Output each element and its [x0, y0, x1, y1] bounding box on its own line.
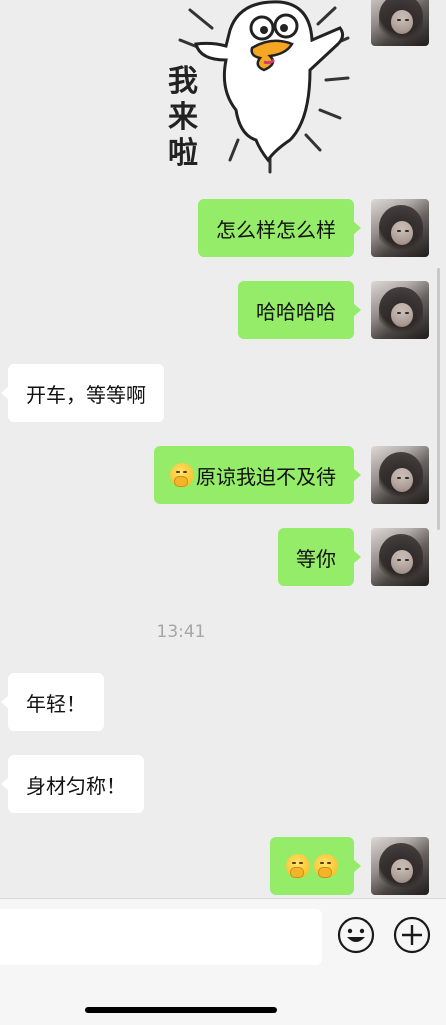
message-input[interactable]: [0, 909, 322, 965]
my-avatar[interactable]: [371, 0, 429, 46]
my-avatar[interactable]: [371, 199, 429, 257]
avatar-shade: [371, 0, 429, 46]
message-text: 原谅我迫不及待: [196, 464, 336, 489]
covering-mouth-emoji-icon: [286, 854, 310, 878]
emoji-hand: [290, 867, 304, 878]
my-avatar[interactable]: [371, 446, 429, 504]
input-bar: [0, 898, 446, 1025]
covering-mouth-emoji-icon: [170, 463, 194, 487]
message-bubble-outgoing[interactable]: 哈哈哈哈: [238, 281, 361, 339]
emoji-hand: [174, 476, 188, 487]
avatar-shade: [371, 199, 429, 257]
avatar-shade: [371, 446, 429, 504]
message-bubble-outgoing[interactable]: 原谅我迫不及待: [154, 446, 361, 504]
message-bubble-outgoing[interactable]: 等你: [278, 528, 361, 586]
message-bubble-outgoing[interactable]: 怎么样怎么样: [198, 199, 361, 257]
emoji-hand: [318, 867, 332, 878]
message-text: 开车，等等啊: [26, 382, 146, 407]
home-indicator[interactable]: [85, 1007, 277, 1013]
avatar-shade: [371, 281, 429, 339]
message-text: 怎么样怎么样: [216, 217, 336, 242]
message-bubble-incoming[interactable]: 开车，等等啊: [1, 364, 164, 422]
avatar-shade: [371, 837, 429, 895]
message-text: 年轻！: [26, 691, 86, 716]
chat-scrollbar[interactable]: [437, 268, 440, 530]
covering-mouth-emoji-icon: [314, 854, 338, 878]
message-bubble-incoming[interactable]: 身材匀称！: [1, 755, 144, 813]
message-text: 等你: [296, 546, 336, 571]
plus-circle-icon[interactable]: [392, 915, 432, 955]
message-bubble-incoming[interactable]: 年轻！: [1, 673, 104, 731]
avatar-shade: [371, 528, 429, 586]
smiley-icon[interactable]: [336, 915, 376, 955]
chat-timestamp: 13:41: [156, 622, 206, 642]
my-avatar[interactable]: [371, 837, 429, 895]
chat-area[interactable]: 我来啦 怎么样怎么样 哈哈哈哈 开车，等等啊 原谅我迫不及待 等你 13:41 …: [0, 0, 446, 898]
sticker-text: 我来啦: [168, 64, 198, 171]
message-bubble-outgoing[interactable]: [270, 837, 361, 895]
message-text: 身材匀称！: [26, 773, 126, 798]
my-avatar[interactable]: [371, 281, 429, 339]
my-avatar[interactable]: [371, 528, 429, 586]
message-text: 哈哈哈哈: [256, 299, 336, 324]
